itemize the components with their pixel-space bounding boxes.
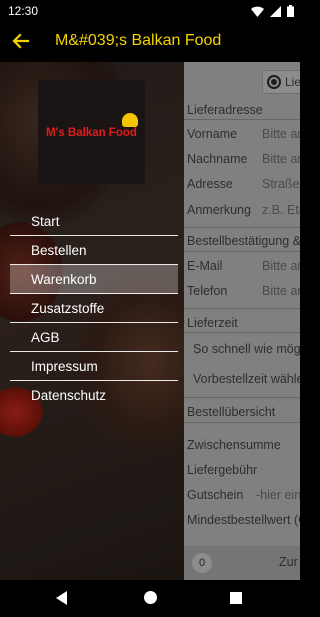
menu-item-warenkorb[interactable]: Warenkorb <box>10 265 178 294</box>
menu-item-agb[interactable]: AGB <box>10 323 178 352</box>
restaurant-logo: M's Balkan Food <box>38 80 145 184</box>
menu-item-label: Bestellen <box>31 243 87 258</box>
content-area: Liefe Lieferadresse Vorname Bitte an Nac… <box>0 62 300 580</box>
nav-recents-icon[interactable] <box>230 592 242 604</box>
status-bar: 12:30 <box>0 0 300 22</box>
nav-back-icon[interactable] <box>56 591 67 605</box>
menu-item-impressum[interactable]: Impressum <box>10 352 178 381</box>
menu-item-bestellen[interactable]: Bestellen <box>10 236 178 265</box>
drawer-menu: Start Bestellen Warenkorb Zusatzstoffe A… <box>10 207 178 410</box>
status-time: 12:30 <box>8 4 39 18</box>
wifi-icon <box>251 6 264 17</box>
nav-home-icon[interactable] <box>144 591 157 604</box>
app-title: M&#039;s Balkan Food <box>55 32 222 49</box>
menu-item-zusatzstoffe[interactable]: Zusatzstoffe <box>10 294 178 323</box>
system-navigation-bar <box>0 580 300 617</box>
battery-icon <box>287 5 294 17</box>
menu-item-start[interactable]: Start <box>10 207 178 236</box>
menu-item-label: Start <box>31 214 60 229</box>
menu-item-label: Datenschutz <box>31 388 107 403</box>
menu-item-label: Impressum <box>31 359 98 374</box>
app-bar: M&#039;s Balkan Food <box>0 22 300 62</box>
menu-item-datenschutz[interactable]: Datenschutz <box>10 381 178 410</box>
menu-item-label: AGB <box>31 330 60 345</box>
menu-item-label: Zusatzstoffe <box>31 301 105 316</box>
chef-hat-icon <box>122 113 138 127</box>
drawer-scrim[interactable] <box>180 62 300 580</box>
navigation-drawer: M's Balkan Food Start Bestellen Warenkor… <box>0 62 184 580</box>
signal-icon <box>270 5 281 17</box>
menu-item-label: Warenkorb <box>31 272 97 287</box>
logo-text: M's Balkan Food <box>46 127 137 139</box>
back-arrow-icon[interactable] <box>10 30 32 52</box>
status-icons <box>251 5 294 17</box>
